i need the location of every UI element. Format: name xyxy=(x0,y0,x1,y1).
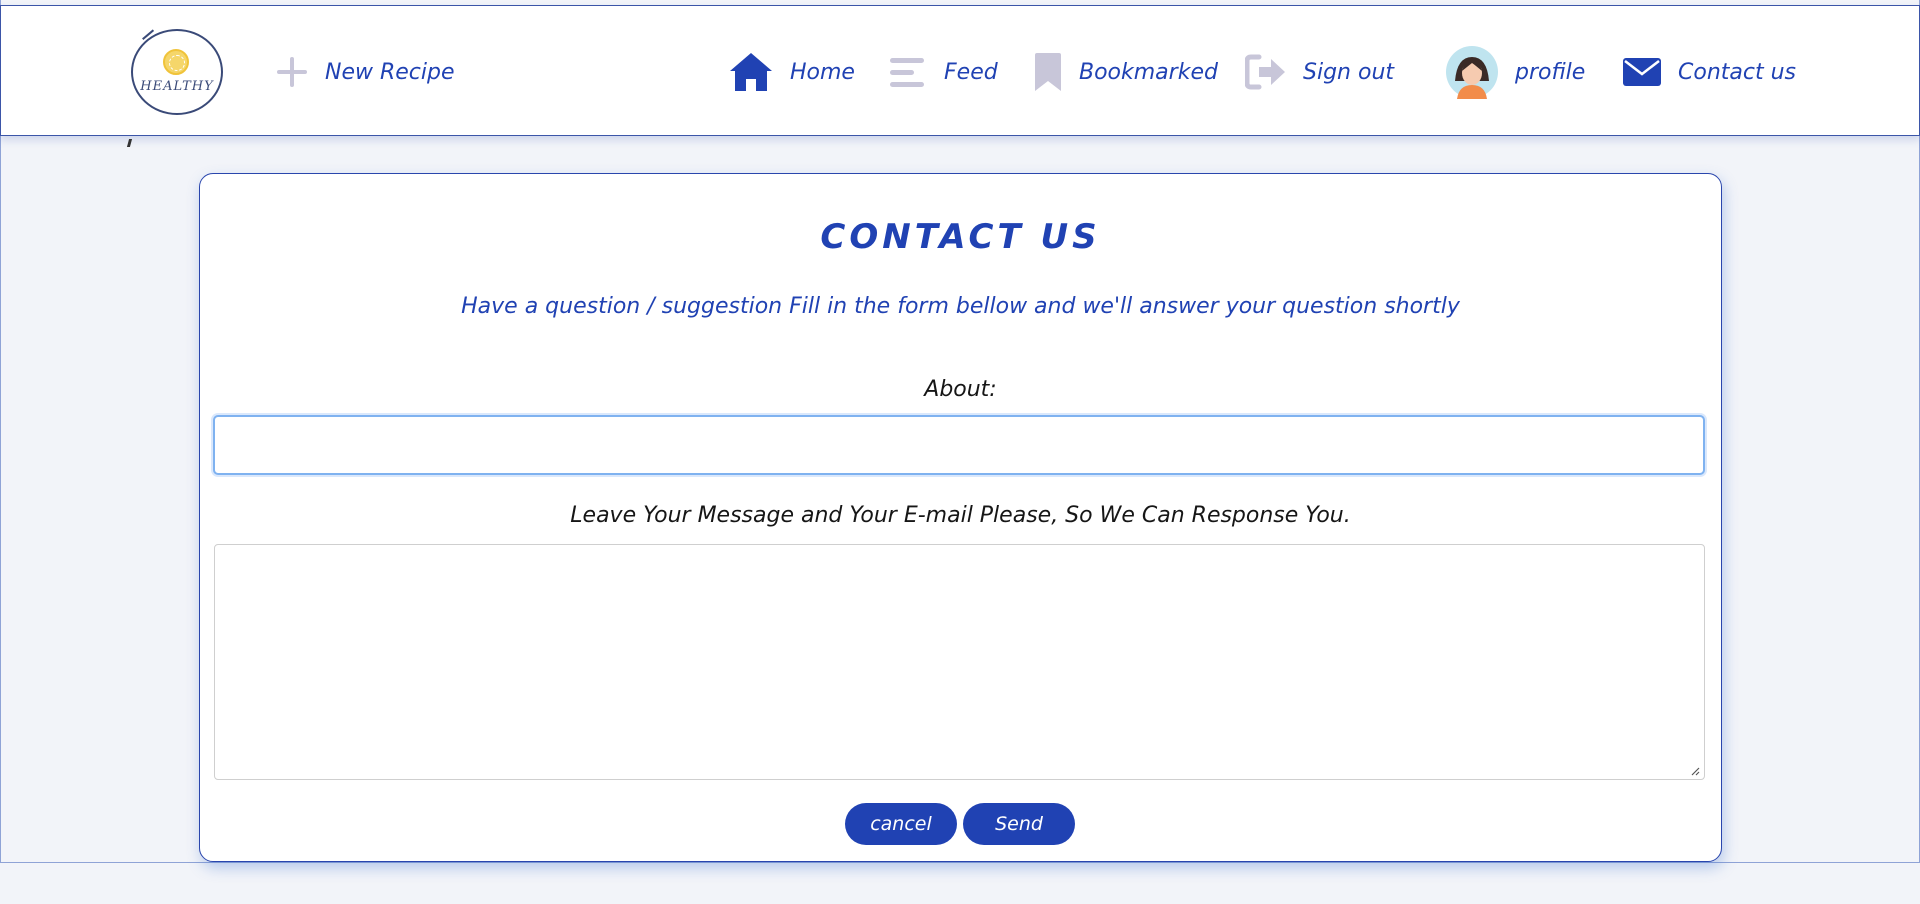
page-subtitle: Have a question / suggestion Fill in the… xyxy=(461,294,1460,319)
message-textarea[interactable] xyxy=(214,544,1705,780)
stray-tick-mark xyxy=(126,139,133,147)
nav-contact-us-label: Contact us xyxy=(1678,59,1796,85)
lemon-icon xyxy=(163,49,189,75)
nav-sign-out-label: Sign out xyxy=(1303,59,1395,85)
home-icon xyxy=(728,51,774,93)
nav-contact-us[interactable]: Contact us xyxy=(1622,50,1796,94)
healthy-logo[interactable]: HEALTHY xyxy=(131,29,223,115)
wheat-icon xyxy=(142,29,158,45)
top-navbar: HEALTHY New Recipe Home Feed Bookmarked … xyxy=(0,5,1920,136)
new-recipe-label: New Recipe xyxy=(325,59,455,85)
contact-card: CONTACT US Have a question / suggestion … xyxy=(199,173,1722,862)
new-recipe-link[interactable]: New Recipe xyxy=(275,50,455,94)
nav-profile-label: profile xyxy=(1515,59,1586,85)
page-title: CONTACT US xyxy=(820,217,1101,257)
envelope-icon xyxy=(1622,56,1662,88)
logo-text: HEALTHY xyxy=(140,79,214,94)
nav-home-label: Home xyxy=(790,59,855,85)
nav-home[interactable]: Home xyxy=(728,50,855,94)
nav-bookmarked-label: Bookmarked xyxy=(1079,59,1218,85)
resize-grip-icon[interactable] xyxy=(1690,766,1700,776)
about-label: About: xyxy=(924,377,997,402)
message-label: Leave Your Message and Your E-mail Pleas… xyxy=(570,503,1351,528)
bookmark-icon xyxy=(1033,52,1063,92)
nav-profile[interactable]: profile xyxy=(1445,46,1586,99)
avatar xyxy=(1445,45,1499,99)
nav-sign-out[interactable]: Sign out xyxy=(1245,50,1394,94)
nav-bookmarked[interactable]: Bookmarked xyxy=(1033,50,1218,94)
plus-icon xyxy=(275,55,309,89)
feed-icon xyxy=(888,55,928,89)
nav-feed[interactable]: Feed xyxy=(888,50,998,94)
about-input[interactable] xyxy=(213,415,1705,475)
send-button[interactable]: Send xyxy=(963,803,1075,845)
sign-out-icon xyxy=(1245,54,1287,90)
cancel-button[interactable]: cancel xyxy=(845,803,957,845)
nav-feed-label: Feed xyxy=(944,59,998,85)
